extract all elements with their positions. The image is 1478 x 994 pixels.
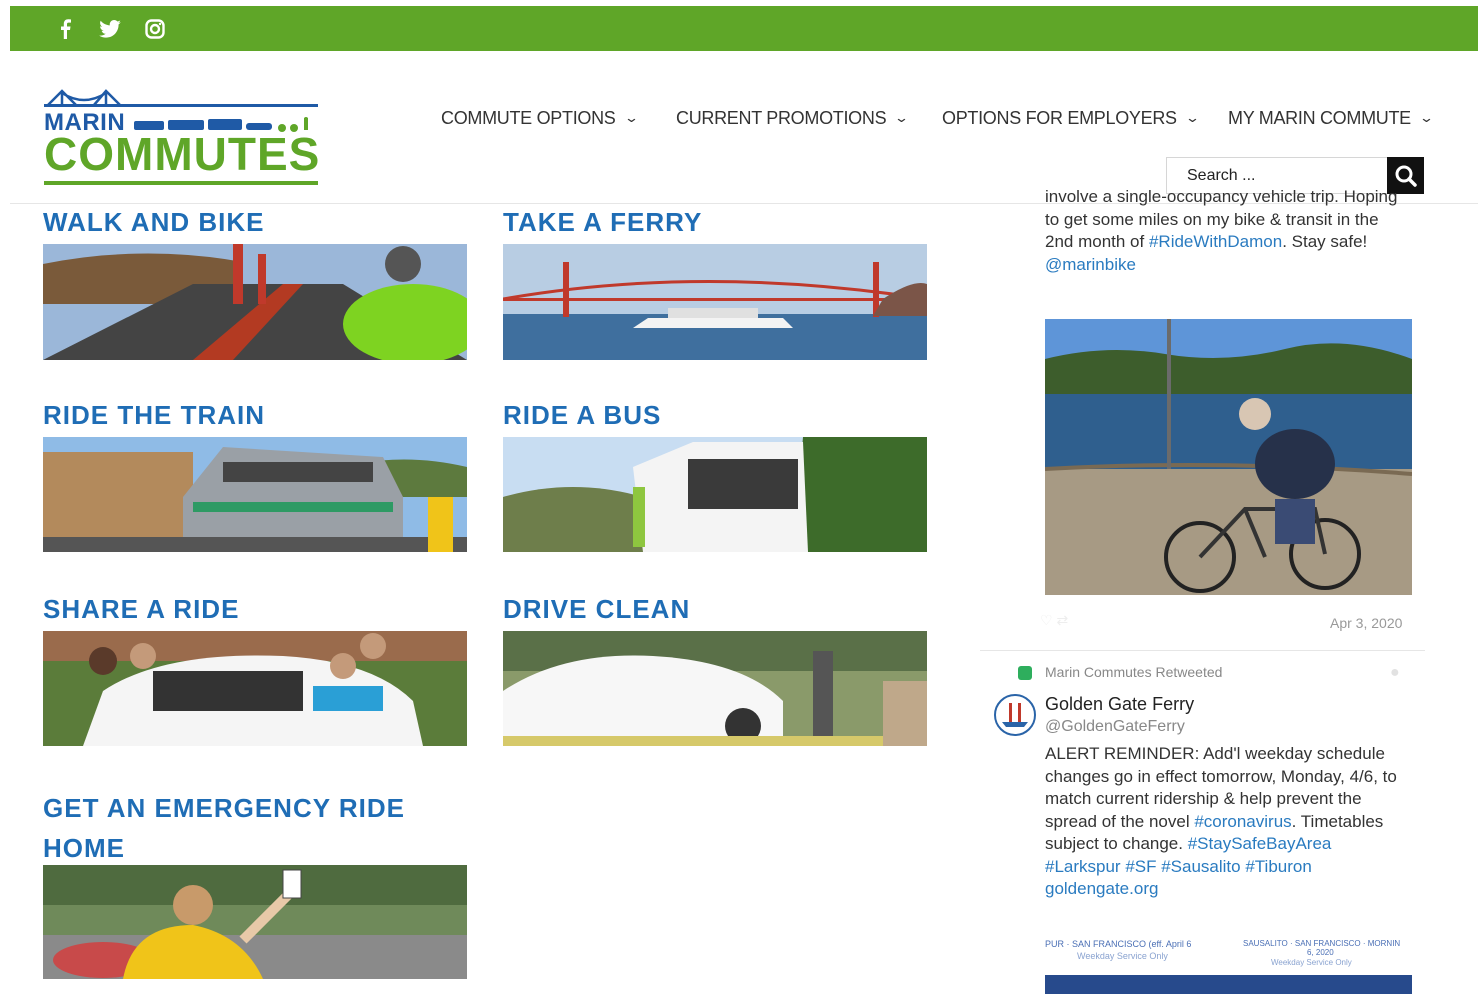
- card-title-drive-clean[interactable]: DRIVE CLEAN: [503, 594, 690, 625]
- nav-label: CURRENT PROMOTIONS: [676, 107, 887, 128]
- card-title-ride-the-train[interactable]: RIDE THE TRAIN: [43, 400, 265, 431]
- tweet-text-line: to get some miles on my bike & transit i…: [1045, 209, 1379, 229]
- schedule-right-title: SAUSALITO · SAN FRANCISCO · MORNIN: [1243, 939, 1401, 948]
- tweet-text-line: 2nd month of #RideWithDamon. Stay safe!: [1045, 231, 1425, 254]
- mention-link[interactable]: @marinbike: [1045, 254, 1425, 277]
- nav-label: OPTIONS FOR EMPLOYERS: [942, 107, 1177, 128]
- hashtag-link[interactable]: #StaySafeBayArea: [1188, 834, 1332, 853]
- nav-label: COMMUTE OPTIONS: [441, 107, 616, 128]
- card-title-take-a-ferry[interactable]: TAKE A FERRY: [503, 207, 702, 238]
- hashtag-link[interactable]: #coronavirus: [1194, 812, 1291, 831]
- tweet-divider: [980, 650, 1425, 651]
- card-title-walk-and-bike[interactable]: WALK AND BIKE: [43, 207, 264, 238]
- search-button[interactable]: [1387, 157, 1424, 194]
- tweet-text: 2nd month of: [1045, 232, 1149, 251]
- retweeted-label: Marin Commutes Retweeted: [1045, 664, 1223, 680]
- schedule-right-sub: Weekday Service Only: [1271, 958, 1352, 967]
- hashtag-links[interactable]: #Larkspur #SF #Sausalito #Tiburon: [1045, 856, 1425, 879]
- chevron-down-icon: ⌄: [1184, 110, 1200, 125]
- card-title-share-a-ride[interactable]: SHARE A RIDE: [43, 594, 239, 625]
- instagram-icon[interactable]: [144, 18, 166, 40]
- walk-and-bike-image[interactable]: [43, 244, 467, 360]
- schedule-right-date: 6, 2020: [1307, 948, 1334, 957]
- tweet-body: involve a single-occupancy vehicle trip.…: [1045, 190, 1425, 277]
- tweet-text: . Timetables: [1291, 811, 1384, 831]
- tweet-body: ALERT REMINDER: Add'l weekday schedule c…: [1045, 743, 1425, 901]
- chevron-down-icon: ⌄: [1418, 110, 1434, 125]
- hashtag-link[interactable]: #RideWithDamon: [1149, 232, 1282, 251]
- twitter-feed: involve a single-occupancy vehicle trip.…: [980, 190, 1430, 994]
- tweet-text-line: changes go in effect tomorrow, Monday, 4…: [1045, 766, 1397, 786]
- tweet-photo-cyclist[interactable]: [1045, 319, 1412, 595]
- emergency-ride-home-image[interactable]: [43, 865, 467, 979]
- tweet-text-line: spread of the novel #coronavirus. Timeta…: [1045, 811, 1425, 834]
- nav-label: MY MARIN COMMUTE: [1228, 107, 1411, 128]
- tweet-author[interactable]: Golden Gate Ferry: [1045, 694, 1194, 715]
- card-title-line: HOME: [43, 833, 125, 863]
- logo-top-line: [44, 104, 318, 107]
- card-title-line: GET AN EMERGENCY RIDE: [43, 793, 405, 823]
- tweet-text-line: involve a single-occupancy vehicle trip.…: [1045, 190, 1398, 206]
- nav-commute-options[interactable]: COMMUTE OPTIONS ⌄: [441, 105, 639, 131]
- retweet-icon: [1018, 666, 1032, 680]
- facebook-icon[interactable]: [54, 18, 76, 40]
- tweet-date[interactable]: Apr 3, 2020: [1330, 615, 1402, 631]
- ride-a-bus-image[interactable]: [503, 437, 927, 552]
- tweet-text: subject to change.: [1045, 834, 1188, 853]
- schedule-left-title: PUR · SAN FRANCISCO (eff. April 6: [1045, 939, 1192, 949]
- schedule-left-sub: Weekday Service Only: [1077, 951, 1168, 961]
- nav-current-promotions[interactable]: CURRENT PROMOTIONS ⌄: [676, 105, 909, 131]
- card-title-emergency-ride-home[interactable]: GET AN EMERGENCY RIDE HOME: [43, 788, 405, 868]
- nav-options-for-employers[interactable]: OPTIONS FOR EMPLOYERS ⌄: [942, 105, 1200, 131]
- schedule-table-header: [1045, 975, 1412, 994]
- schedule-image[interactable]: PUR · SAN FRANCISCO (eff. April 6 Weekda…: [1045, 935, 1412, 994]
- top-bar: [10, 6, 1478, 51]
- tweet-text: spread of the novel: [1045, 811, 1195, 831]
- logo-commutes-text: COMMUTES: [44, 128, 321, 180]
- tweet-handle[interactable]: @GoldenGateFerry: [1045, 718, 1185, 736]
- search-icon: [1395, 165, 1417, 187]
- tweet-actions[interactable]: ♡ ⇄: [1040, 612, 1110, 628]
- marin-commutes-logo[interactable]: MARIN COMMUTES: [44, 87, 320, 187]
- tweet-text-line: ALERT REMINDER: Add'l weekday schedule: [1045, 744, 1385, 763]
- tweet-text-line: match current ridership & help prevent t…: [1045, 789, 1362, 808]
- tweet-text-line: subject to change. #StaySafeBayArea: [1045, 833, 1425, 856]
- tweet-text: . Stay safe!: [1282, 232, 1368, 251]
- nav-my-marin-commute[interactable]: MY MARIN COMMUTE ⌄: [1228, 105, 1434, 131]
- search-input[interactable]: Search ...: [1166, 157, 1388, 194]
- chevron-down-icon: ⌄: [894, 110, 909, 125]
- card-title-ride-a-bus[interactable]: RIDE A BUS: [503, 400, 661, 431]
- external-link[interactable]: goldengate.org: [1045, 878, 1425, 901]
- take-a-ferry-image[interactable]: [503, 244, 927, 360]
- ride-the-train-image[interactable]: [43, 437, 467, 552]
- golden-gate-ferry-avatar[interactable]: [994, 694, 1036, 736]
- twitter-bird-icon[interactable]: ●: [1390, 664, 1400, 682]
- chevron-down-icon: ⌄: [623, 110, 639, 125]
- twitter-icon[interactable]: [99, 18, 121, 40]
- logo-bottom-line: [44, 181, 318, 185]
- share-a-ride-image[interactable]: [43, 631, 467, 746]
- drive-clean-image[interactable]: [503, 631, 927, 746]
